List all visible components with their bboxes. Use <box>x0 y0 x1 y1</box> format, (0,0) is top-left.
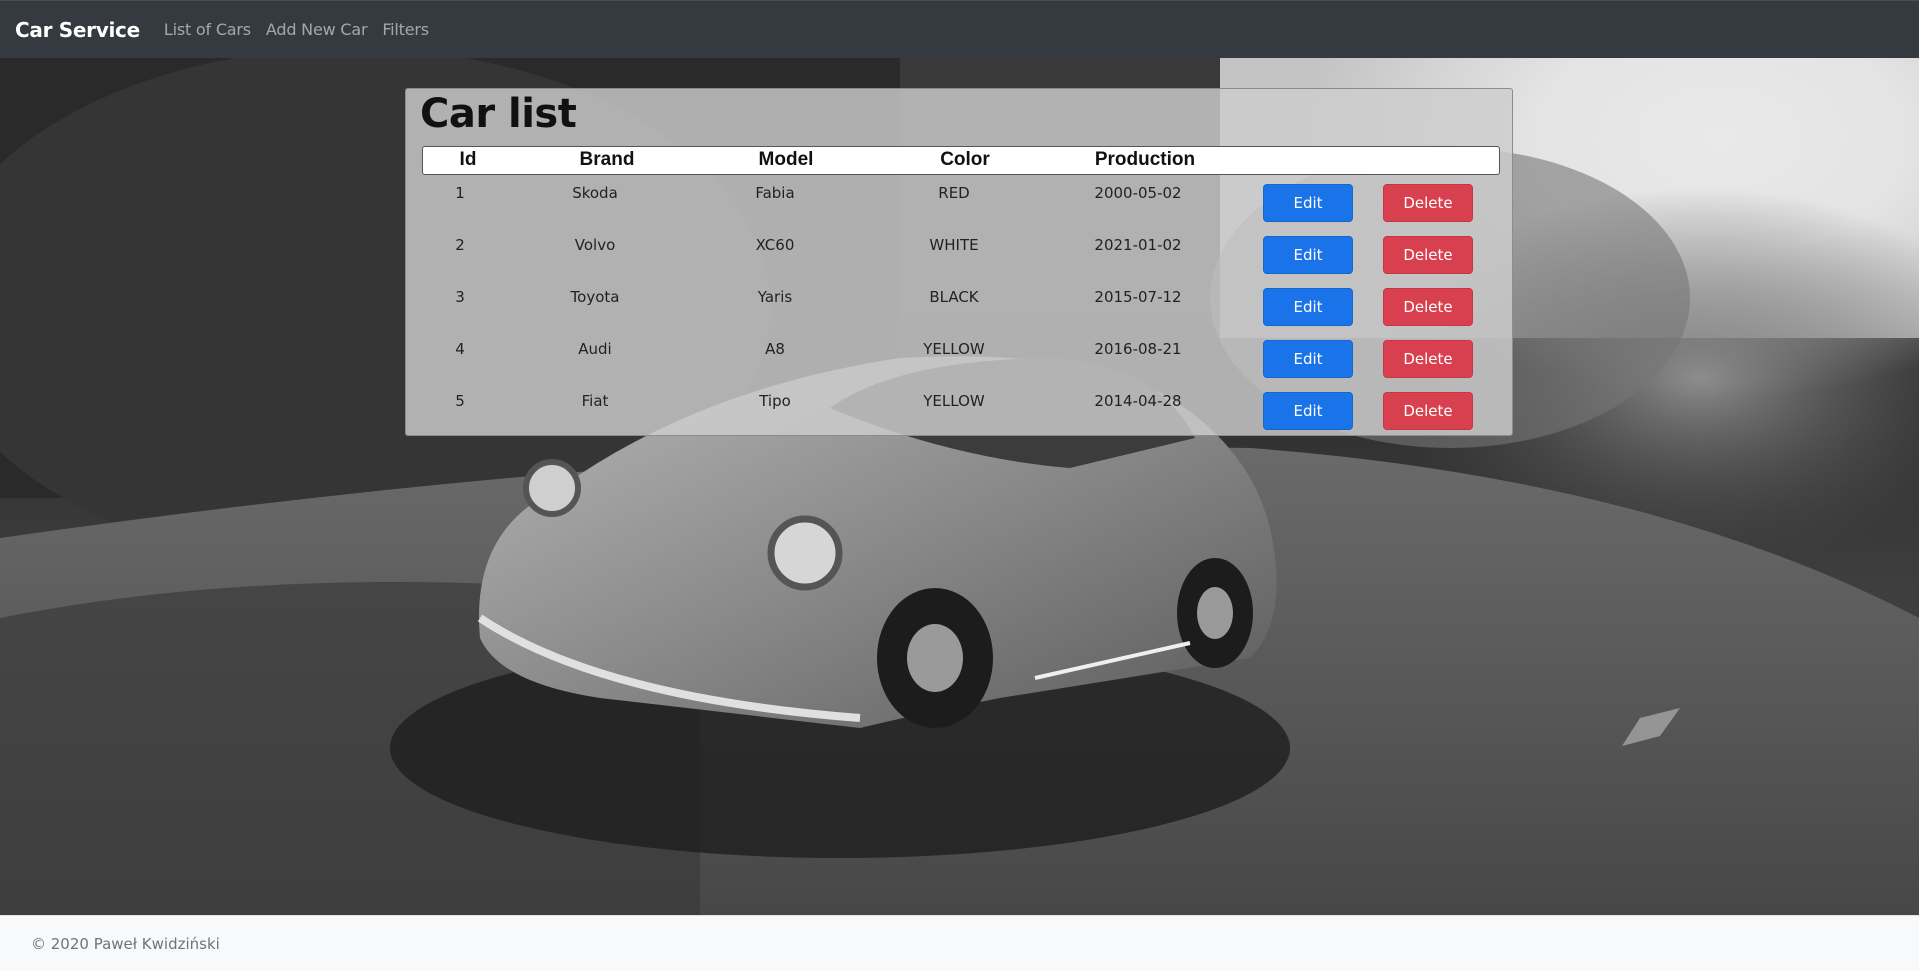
edit-button[interactable]: Edit <box>1263 184 1353 222</box>
nav-links: List of Cars Add New Car Filters <box>149 20 429 39</box>
cell-color: YELLOW <box>923 392 985 410</box>
cell-color: RED <box>938 184 970 202</box>
delete-button[interactable]: Delete <box>1383 340 1473 378</box>
nav-link-filters[interactable]: Filters <box>382 20 429 39</box>
delete-button[interactable]: Delete <box>1383 288 1473 326</box>
column-header-brand: Brand <box>579 149 635 170</box>
cell-production: 2000-05-02 <box>1094 184 1182 202</box>
cell-brand: Fiat <box>581 392 609 410</box>
nav-link-list-of-cars[interactable]: List of Cars <box>164 20 251 39</box>
car-list-panel: Car list Id Brand Model Color Production… <box>405 88 1513 436</box>
cell-production: 2015-07-12 <box>1094 288 1182 306</box>
edit-button[interactable]: Edit <box>1263 288 1353 326</box>
edit-button[interactable]: Edit <box>1263 340 1353 378</box>
table-row: 1 Skoda Fabia RED 2000-05-02 Edit Delete <box>406 178 1514 230</box>
copyright-text: © 2020 Paweł Kwidziński <box>31 935 220 953</box>
cell-model: XC60 <box>755 236 795 254</box>
table-row: 5 Fiat Tipo YELLOW 2014-04-28 Edit Delet… <box>406 386 1514 438</box>
column-header-id: Id <box>459 149 477 170</box>
table-row: 2 Volvo XC60 WHITE 2021-01-02 Edit Delet… <box>406 230 1514 282</box>
edit-button[interactable]: Edit <box>1263 392 1353 430</box>
brand-logo-text[interactable]: Car Service <box>15 18 140 42</box>
cell-model: A8 <box>765 340 785 358</box>
navbar: Car Service List of Cars Add New Car Fil… <box>0 0 1919 58</box>
cell-color: WHITE <box>929 236 979 254</box>
cell-production: 2016-08-21 <box>1094 340 1182 358</box>
page-title: Car list <box>420 91 577 137</box>
delete-button[interactable]: Delete <box>1383 392 1473 430</box>
delete-button[interactable]: Delete <box>1383 184 1473 222</box>
table-header: Id Brand Model Color Production <box>422 146 1500 175</box>
cell-production: 2021-01-02 <box>1094 236 1182 254</box>
column-header-production: Production <box>1094 149 1196 170</box>
cell-color: BLACK <box>929 288 979 306</box>
cell-model: Yaris <box>757 288 793 306</box>
table-row: 3 Toyota Yaris BLACK 2015-07-12 Edit Del… <box>406 282 1514 334</box>
nav-link-add-new-car[interactable]: Add New Car <box>266 20 368 39</box>
table-row: 4 Audi A8 YELLOW 2016-08-21 Edit Delete <box>406 334 1514 386</box>
edit-button[interactable]: Edit <box>1263 236 1353 274</box>
cell-brand: Skoda <box>572 184 618 202</box>
cell-model: Fabia <box>755 184 795 202</box>
cell-model: Tipo <box>759 392 791 410</box>
cell-color: YELLOW <box>923 340 985 358</box>
column-header-color: Color <box>940 149 990 170</box>
cell-production: 2014-04-28 <box>1094 392 1182 410</box>
cell-brand: Volvo <box>574 236 616 254</box>
column-header-model: Model <box>758 149 814 170</box>
cell-brand: Audi <box>578 340 612 358</box>
delete-button[interactable]: Delete <box>1383 236 1473 274</box>
footer: © 2020 Paweł Kwidziński <box>0 915 1919 971</box>
cell-brand: Toyota <box>570 288 620 306</box>
